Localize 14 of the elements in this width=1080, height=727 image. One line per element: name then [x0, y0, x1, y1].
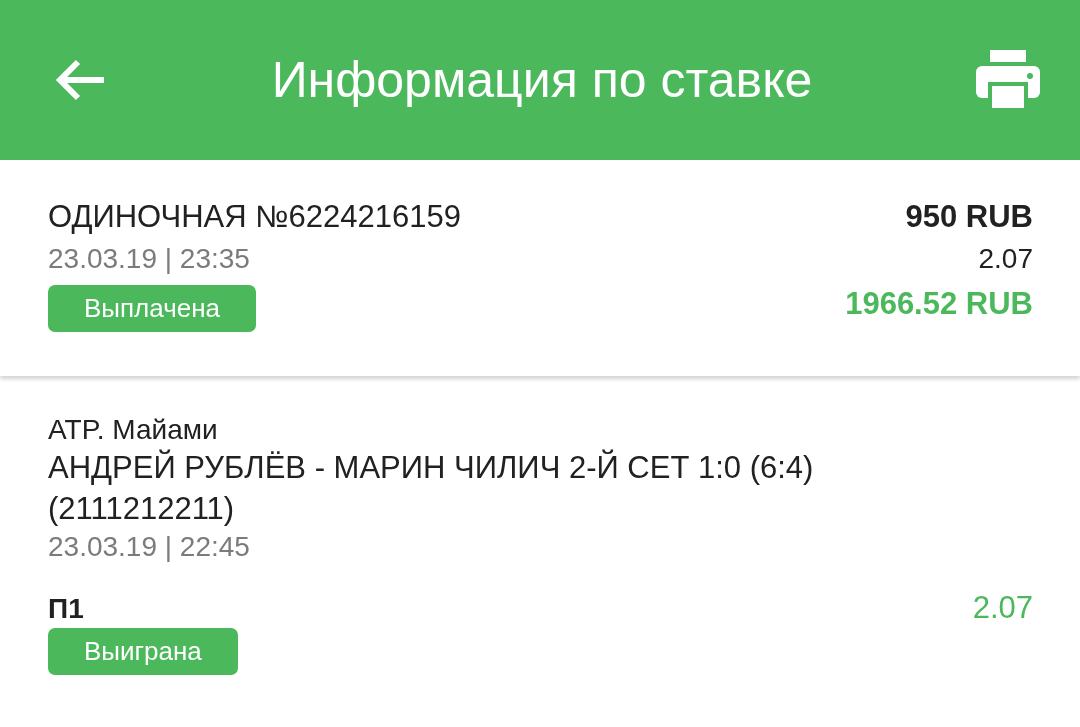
status-badge: Выплачена: [48, 285, 256, 332]
payout-amount: 1966.52 RUB: [845, 285, 1033, 324]
screen-title: Информация по ставке: [271, 50, 813, 110]
event-date: 23.03.19 | 22:45: [48, 530, 251, 564]
bet-date: 23.03.19 | 23:35: [48, 241, 250, 276]
bet-title: ОДИНОЧНАЯ №6224216159: [48, 198, 461, 236]
stake-amount: 950 RUB: [905, 198, 1033, 236]
odds-value: 2.07: [972, 589, 1033, 628]
odds-value: 2.07: [978, 241, 1033, 276]
status-badge: Выиграна: [48, 628, 238, 675]
match-name: АНДРЕЙ РУБЛЁВ - МАРИН ЧИЛИЧ 2-Й СЕТ 1:0 (6:4) (2111212211): [48, 448, 815, 528]
outcome-label: П1: [48, 591, 84, 626]
tournament-name: ATP. Майами: [48, 413, 219, 447]
printer-icon[interactable]: [976, 50, 1040, 110]
